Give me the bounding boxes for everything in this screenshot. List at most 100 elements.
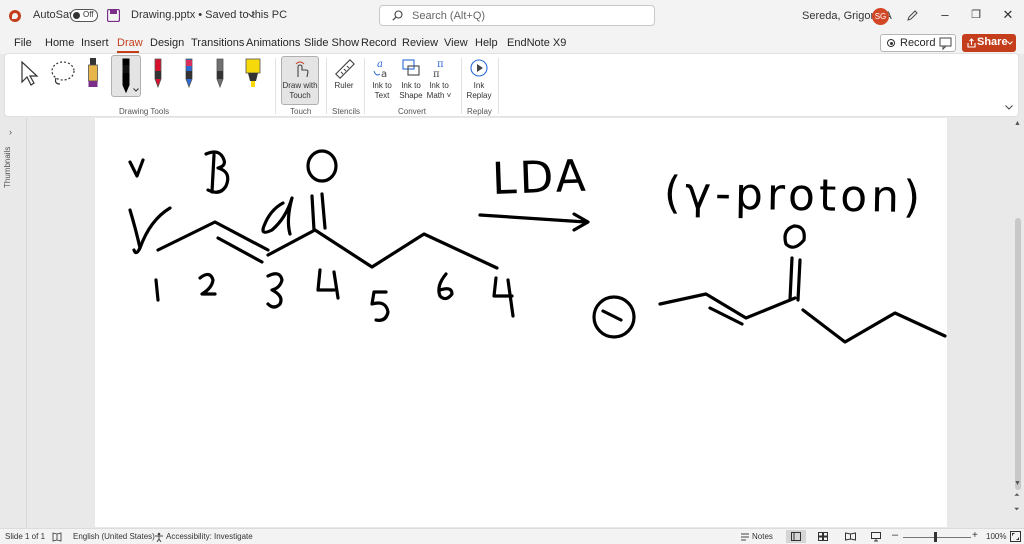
ink-anion-minus <box>601 309 623 322</box>
tab-view[interactable]: View <box>444 37 468 49</box>
fit-slide-icon[interactable] <box>1010 531 1021 542</box>
notes-icon <box>741 533 749 541</box>
pencil-tool-icon[interactable] <box>87 57 99 91</box>
record-icon <box>887 39 895 47</box>
collapse-ribbon-icon[interactable] <box>1005 105 1013 110</box>
ink-to-shape-icon[interactable] <box>400 57 422 79</box>
search-icon <box>392 10 403 21</box>
maximize-button[interactable]: ❐ <box>966 5 986 25</box>
title-bar: AutoSave Off Drawing.pptx • Saved to thi… <box>0 0 1024 32</box>
powerpoint-logo-icon <box>9 10 21 22</box>
search-box[interactable]: Search (Alt+Q) <box>379 5 655 26</box>
spelling-check-icon[interactable] <box>52 532 62 542</box>
ink-to-text-label-1: Ink to <box>372 81 392 90</box>
tab-home[interactable]: Home <box>45 37 74 49</box>
ink-to-text-label-2: Text <box>374 91 390 100</box>
status-bar: Slide 1 of 1 English (United States) Acc… <box>0 528 1024 544</box>
ink-reagent-text: LDA <box>491 151 589 205</box>
group-label-stencils: Stencils <box>332 107 361 116</box>
slide-canvas[interactable]: LDA (γ-proton) <box>95 118 947 527</box>
ribbon-separator <box>364 58 365 114</box>
select-tool-icon[interactable] <box>19 60 41 88</box>
minimize-button[interactable]: – <box>935 5 955 25</box>
next-slide-icon[interactable]: ⏷ <box>1014 506 1020 514</box>
autosave-state: Off <box>83 10 94 19</box>
tab-help[interactable]: Help <box>475 37 498 49</box>
ink-num-4b <box>492 276 515 318</box>
ink-num-3 <box>266 272 284 309</box>
document-title[interactable]: Drawing.pptx • Saved to this PC <box>131 9 287 21</box>
ink-replay-label-2: Replay <box>466 91 492 100</box>
autosave-toggle[interactable]: Off <box>70 9 98 22</box>
tab-draw[interactable]: Draw <box>117 37 143 49</box>
ink-num-4a <box>316 268 340 300</box>
zoom-slider-knob[interactable] <box>934 532 937 542</box>
previous-slide-icon[interactable]: ⏶ <box>1014 492 1020 500</box>
expand-thumbnails-icon[interactable]: › <box>9 127 12 137</box>
pen-black-selected[interactable] <box>111 55 141 97</box>
ink-beta-label <box>204 150 230 194</box>
tab-record[interactable]: Record <box>361 37 396 49</box>
tab-insert[interactable]: Insert <box>81 37 109 49</box>
ink-to-shape-label-2: Shape <box>399 91 423 100</box>
ink-num-5 <box>370 290 390 322</box>
draw-with-touch-button[interactable]: Draw with Touch <box>281 56 319 105</box>
lasso-select-icon[interactable] <box>48 60 76 88</box>
vertical-scrollbar[interactable]: ▲ ▼ ⏶ ⏷ <box>1013 118 1024 527</box>
thumbnails-label[interactable]: Thumbnails <box>3 147 12 188</box>
ribbon-separator <box>498 58 499 114</box>
notes-button[interactable]: Notes <box>752 532 773 541</box>
scrollbar-thumb[interactable] <box>1015 218 1021 490</box>
ribbon-draw: Drawing Tools Draw with Touch Touch Rule… <box>4 53 1019 117</box>
tab-review[interactable]: Review <box>402 37 438 49</box>
ruler-icon[interactable] <box>333 58 355 80</box>
galaxy-pen-icon[interactable] <box>182 57 196 91</box>
reading-view-icon[interactable] <box>845 532 856 541</box>
language-indicator[interactable]: English (United States) <box>73 532 155 541</box>
normal-view-button[interactable] <box>786 530 806 543</box>
zoom-slider[interactable] <box>903 537 971 538</box>
red-pen-icon[interactable] <box>151 57 165 91</box>
close-button[interactable]: ✕ <box>998 5 1018 25</box>
search-placeholder: Search (Alt+Q) <box>412 10 486 22</box>
ink-gamma-label <box>128 158 145 178</box>
zoom-level[interactable]: 100% <box>986 532 1006 541</box>
ink-note-text: (γ-proton) <box>663 168 924 224</box>
avatar[interactable]: SG <box>872 8 889 25</box>
scroll-up-icon[interactable]: ▲ <box>1014 120 1021 127</box>
tab-slide-show[interactable]: Slide Show <box>304 37 359 49</box>
zoom-in-button[interactable]: + <box>972 530 978 541</box>
ink-to-math-icon[interactable]: π π <box>429 57 451 79</box>
tab-endnote[interactable]: EndNote X9 <box>507 37 566 49</box>
accessibility-status[interactable]: Accessibility: Investigate <box>166 532 253 541</box>
gray-pen-icon[interactable] <box>213 57 227 91</box>
normal-view-icon <box>791 532 801 541</box>
scroll-down-icon[interactable]: ▼ <box>1014 480 1021 487</box>
ink-chain-1 <box>156 220 270 252</box>
comments-icon[interactable] <box>935 34 956 52</box>
tab-transitions[interactable]: Transitions <box>191 37 244 49</box>
ink-reaction-arrow <box>478 212 590 232</box>
group-label-touch: Touch <box>290 107 312 116</box>
ink-alpha <box>261 196 294 236</box>
chevron-down-icon <box>133 88 139 92</box>
ribbon-separator <box>326 58 327 114</box>
tab-design[interactable]: Design <box>150 37 184 49</box>
highlighter-icon[interactable] <box>243 57 263 91</box>
chevron-down-icon[interactable] <box>248 13 255 18</box>
share-button[interactable]: Share <box>962 34 1016 52</box>
svg-text:π: π <box>433 69 440 79</box>
ink-oxygen-2 <box>783 224 806 249</box>
ink-replay-icon[interactable] <box>468 57 490 79</box>
save-icon[interactable] <box>107 9 120 22</box>
slide-sorter-icon[interactable] <box>818 532 828 541</box>
tab-file[interactable]: File <box>14 37 32 49</box>
zoom-out-button[interactable]: – <box>892 529 898 541</box>
ink-to-text-icon[interactable]: a a <box>371 57 393 79</box>
tab-animations[interactable]: Animations <box>246 37 300 49</box>
pen-feedback-icon[interactable] <box>906 9 919 22</box>
ink-product-double-bond <box>708 306 744 326</box>
share-label: Share <box>977 36 1008 48</box>
black-pen-icon <box>122 58 130 94</box>
slide-show-icon[interactable] <box>871 532 881 542</box>
